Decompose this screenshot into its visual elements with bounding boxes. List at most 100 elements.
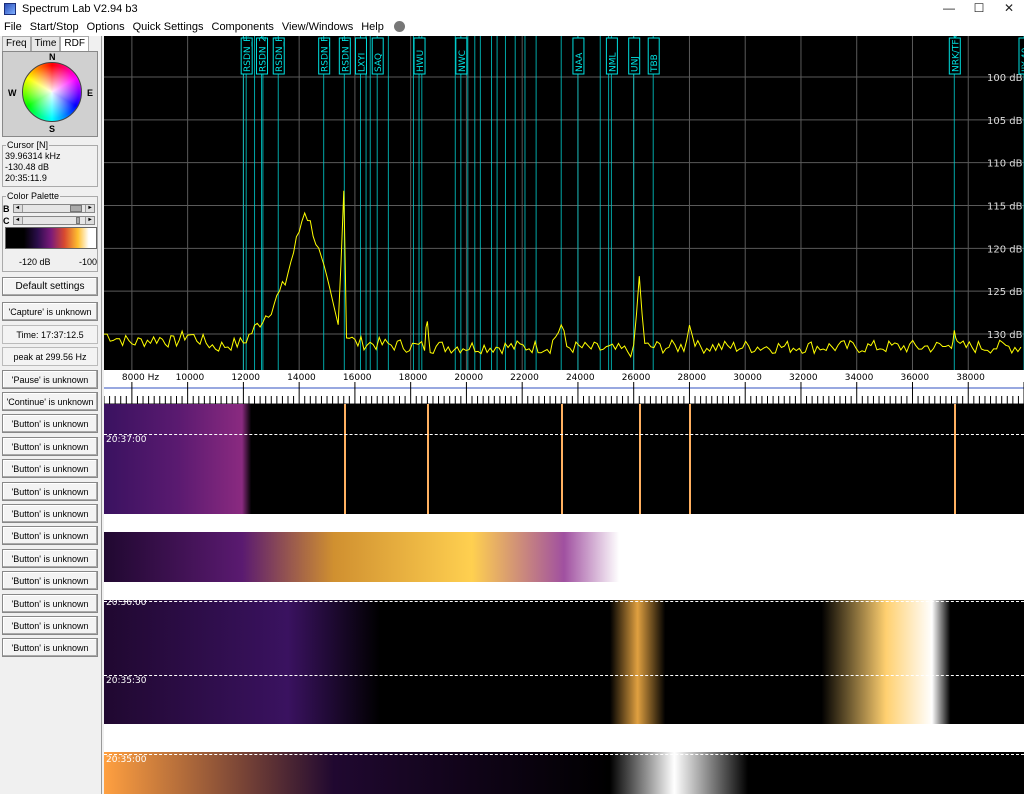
waterfall-carrier-line (954, 404, 957, 514)
waterfall-carrier-line (561, 404, 564, 514)
tab-time[interactable]: Time (30, 36, 61, 51)
panel-tabs: Freq Time RDF (2, 36, 101, 51)
user-button-11[interactable]: 'Button' is unknown (2, 638, 98, 657)
brightness-thumb[interactable] (69, 205, 82, 212)
pause-button[interactable]: 'Pause' is unknown (2, 370, 98, 389)
user-button-8[interactable]: 'Button' is unknown (2, 571, 98, 590)
menu-quick-settings[interactable]: Quick Settings (133, 21, 204, 33)
time-marker-line (104, 675, 1024, 676)
status-indicator-icon (393, 21, 405, 32)
cursor-group: Cursor [N] 39.96314 kHz -130.48 dB 20:35… (2, 140, 98, 187)
palette-gradient[interactable] (5, 227, 97, 249)
spectrum-plot: 100 dB 105 dB 110 dB 115 dB 120 dB 125 dB 130 … (104, 36, 1024, 370)
frequency-tick-label: 10000 (176, 373, 205, 383)
user-button-6[interactable]: 'Button' is unknown (2, 526, 98, 545)
frequency-tick-label: 26000 (622, 373, 651, 383)
frequency-tick-label: 16000 (343, 373, 372, 383)
db-tick-label: 105 dB (987, 116, 1023, 127)
compass-south: S (49, 124, 56, 134)
frequency-tick-label: 14000 (287, 373, 316, 383)
waterfall-band (104, 600, 1024, 724)
station-marker-label: HWU (416, 50, 426, 72)
cursor-frequency: 39.96314 kHz (5, 151, 61, 161)
left-panel: Freq Time RDF N E S W Cursor [N] 39.9631… (0, 36, 102, 794)
frequency-tick-label: 20000 (454, 373, 483, 383)
contrast-label: C (3, 215, 10, 226)
waterfall-time-label: 20:37:00 (106, 435, 147, 445)
time-display: Time: 17:37:12.5 (2, 325, 98, 344)
contrast-slider[interactable]: ◂ ▸ (12, 216, 95, 225)
db-tick-label: 110 dB (987, 159, 1023, 170)
frequency-tick-label: 30000 (733, 373, 762, 383)
user-button-9[interactable]: 'Button' is unknown (2, 594, 98, 613)
db-tick-label: 100 dB (987, 73, 1023, 84)
waterfall-band (104, 404, 1024, 514)
user-button-7[interactable]: 'Button' is unknown (2, 549, 98, 568)
time-marker-line (104, 434, 1024, 435)
scroll-left-icon[interactable]: ◂ (13, 205, 23, 212)
scroll-left-icon[interactable]: ◂ (13, 217, 23, 224)
station-marker-label: RSDN_F3 (321, 36, 331, 72)
compass-west: W (8, 88, 17, 98)
waterfall-carrier-line (689, 404, 692, 514)
waterfall-band (104, 582, 1024, 600)
station-marker-label: LXYI (357, 53, 367, 72)
spectrum-trace (104, 190, 1022, 359)
menu-options[interactable]: Options (87, 21, 125, 33)
frequency-tick-label: 18000 (399, 373, 428, 383)
frequency-tick-label: 34000 (845, 373, 874, 383)
menu-view-windows[interactable]: View/Windows (282, 21, 353, 33)
continue-button[interactable]: 'Continue' is unknown (2, 392, 98, 411)
contrast-thumb[interactable] (75, 217, 80, 224)
title-bar: Spectrum Lab V2.94 b3 — ☐ ✕ (0, 0, 1024, 17)
menu-components[interactable]: Components (212, 21, 274, 33)
menu-start-stop[interactable]: Start/Stop (30, 21, 79, 33)
palette-title: Color Palette (6, 191, 61, 201)
scroll-right-icon[interactable]: ▸ (85, 205, 94, 212)
time-marker-line (104, 754, 1024, 755)
menu-bar: File Start/Stop Options Quick Settings C… (0, 17, 1024, 36)
station-marker-label: RSDN_2 (259, 36, 269, 72)
waterfall-band (104, 514, 1024, 532)
user-button-2[interactable]: 'Button' is unknown (2, 437, 98, 456)
frequency-scale: 8000 Hz 10000 12000 14000 16000 18000 20000 220… (103, 373, 1024, 404)
station-marker-label: NRK/TFK (951, 36, 961, 72)
palette-max-label: -100 (78, 257, 97, 267)
frequency-axis[interactable]: 8000 Hz 10000 12000 14000 16000 18000 20000 220… (103, 370, 1024, 404)
cursor-level: -130.48 dB (5, 162, 50, 172)
user-button-1[interactable]: 'Button' is unknown (2, 414, 98, 433)
capture-button[interactable]: 'Capture' is unknown (2, 302, 98, 321)
menu-file[interactable]: File (4, 21, 22, 33)
db-tick-label: 120 dB (987, 244, 1023, 255)
spectrum-display[interactable]: 100 dB 105 dB 110 dB 115 dB 120 dB 125 dB 130 … (104, 36, 1024, 370)
default-settings-button[interactable]: Default settings (2, 277, 98, 296)
frequency-tick-label: 8000 Hz (122, 373, 160, 383)
db-tick-label: 125 dB (987, 287, 1023, 298)
scroll-right-icon[interactable]: ▸ (85, 217, 94, 224)
window-title: Spectrum Lab V2.94 b3 (22, 2, 138, 15)
user-button-4[interactable]: 'Button' is unknown (2, 482, 98, 501)
peak-display: peak at 299.56 Hz (2, 347, 98, 366)
frequency-tick-label: 38000 (956, 373, 985, 383)
close-button[interactable]: ✕ (994, 0, 1024, 16)
rdf-display[interactable]: N E S W (2, 51, 98, 137)
palette-min-label: -120 dB (19, 257, 51, 267)
minimize-button[interactable]: — (934, 0, 964, 16)
cursor-group-title: Cursor [N] (6, 140, 50, 150)
waterfall-display[interactable]: 20:37:00 20:36:00 20:35:30 20:35:00 (104, 404, 1024, 794)
user-button-5[interactable]: 'Button' is unknown (2, 504, 98, 523)
frequency-tick-label: 12000 (231, 373, 260, 383)
station-marker-label: UNJ (631, 56, 641, 72)
frequency-tick-label: 24000 (566, 373, 595, 383)
brightness-label: B (3, 203, 10, 214)
user-button-3[interactable]: 'Button' is unknown (2, 459, 98, 478)
user-button-10[interactable]: 'Button' is unknown (2, 616, 98, 635)
tab-rdf[interactable]: RDF (60, 36, 89, 51)
tab-freq[interactable]: Freq (2, 36, 31, 51)
station-marker-label: NML (608, 52, 618, 72)
brightness-row: B ◂ ▸ (3, 203, 97, 214)
maximize-button[interactable]: ☐ (964, 0, 994, 16)
menu-help[interactable]: Help (361, 21, 384, 33)
brightness-slider[interactable]: ◂ ▸ (12, 204, 95, 213)
color-palette-group: Color Palette B ◂ ▸ C ◂ ▸ -120 dB -100 (2, 191, 98, 272)
